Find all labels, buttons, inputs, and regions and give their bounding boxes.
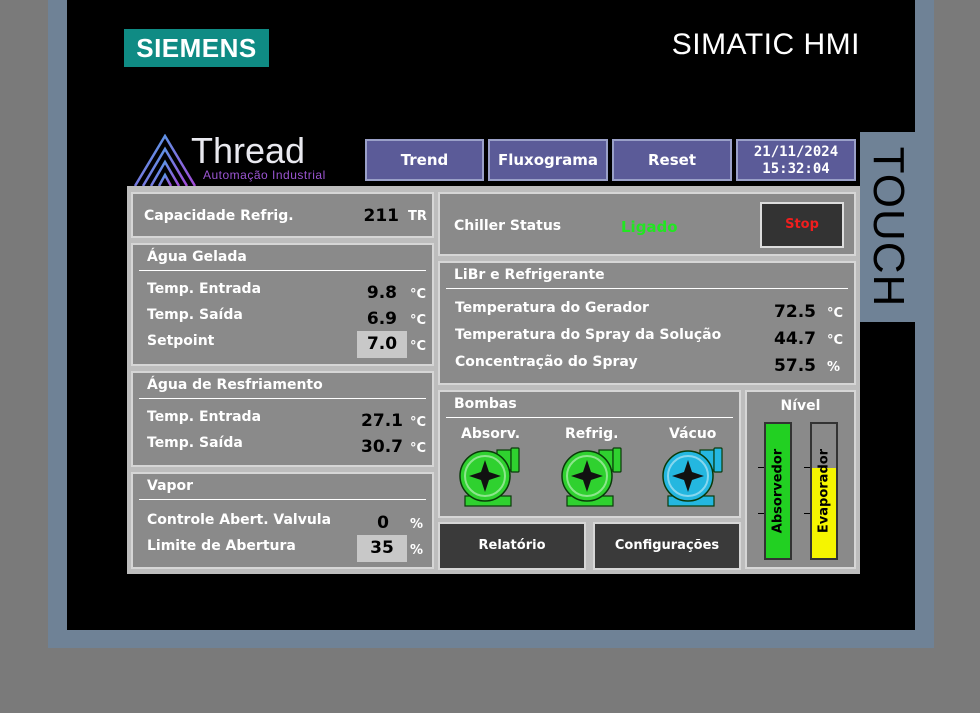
setpoint-label: Setpoint [147, 333, 215, 349]
level-tick [804, 467, 810, 468]
agua-gelada-title: Água Gelada [147, 249, 247, 265]
setpoint-input[interactable]: 7.0 [357, 331, 407, 358]
setpoint-unit: °C [410, 339, 427, 354]
agua-resfriamento-title: Água de Resfriamento [147, 377, 323, 393]
temp-gerador-label: Temperatura do Gerador [455, 300, 649, 316]
touch-label: TOUCH [864, 146, 913, 308]
temp-gerador-unit: °C [827, 306, 844, 321]
stop-button[interactable]: Stop [760, 202, 844, 248]
date-text: 21/11/2024 [753, 144, 839, 160]
agua-resfriamento-entrada-value: 27.1 [361, 411, 403, 431]
controle-valvula-label: Controle Abert. Valvula [147, 512, 332, 528]
agua-resfriamento-saida-value: 30.7 [361, 437, 403, 457]
datetime-display: 21/11/2024 15:32:04 [736, 139, 856, 181]
concentracao-spray-unit: % [827, 360, 841, 375]
thread-logo-subtitle: Automação Industrial [203, 168, 326, 182]
agua-resfriamento-entrada-label: Temp. Entrada [147, 409, 262, 425]
trend-button[interactable]: Trend [365, 139, 484, 181]
divider [446, 288, 848, 289]
pump-vacuo-label: Vácuo [669, 426, 717, 442]
concentracao-spray-value: 57.5 [774, 356, 816, 376]
controle-valvula-value: 0 [377, 513, 389, 533]
siemens-logo: SIEMENS [124, 29, 269, 67]
agua-gelada-panel: Água Gelada Temp. Entrada 9.8 °C Temp. S… [131, 243, 434, 366]
thread-triangle-icon [133, 134, 197, 187]
agua-resfriamento-panel: Água de Resfriamento Temp. Entrada 27.1 … [131, 371, 434, 467]
agua-gelada-entrada-unit: °C [410, 287, 427, 302]
temp-spray-unit: °C [827, 333, 844, 348]
level-tick [758, 513, 764, 514]
capacidade-value: 211 [363, 206, 400, 226]
temp-gerador-value: 72.5 [774, 302, 816, 322]
pump-refrig-icon[interactable] [559, 446, 625, 508]
agua-resfriamento-entrada-unit: °C [410, 415, 427, 430]
agua-gelada-saida-unit: °C [410, 313, 427, 328]
evaporador-level-bar: Evaporador [810, 422, 838, 560]
libr-panel: LiBr e Refrigerante Temperatura do Gerad… [438, 261, 856, 385]
agua-gelada-saida-label: Temp. Saída [147, 307, 243, 323]
pump-refrig-label: Refrig. [565, 426, 619, 442]
pump-absorv-label: Absorv. [461, 426, 521, 442]
agua-gelada-entrada-label: Temp. Entrada [147, 281, 262, 297]
bombas-title: Bombas [454, 396, 517, 412]
relatorio-button[interactable]: Relatório [438, 522, 586, 570]
capacidade-panel: Capacidade Refrig. 211 TR [131, 192, 434, 238]
temp-spray-label: Temperatura do Spray da Solução [455, 327, 722, 343]
temp-spray-value: 44.7 [774, 329, 816, 349]
chiller-status-value: Ligado [621, 218, 678, 236]
chiller-status-label: Chiller Status [454, 218, 562, 234]
controle-valvula-unit: % [410, 517, 424, 532]
bombas-panel: Bombas Absorv. Refrig. Vácuo [438, 390, 741, 518]
vapor-panel: Vapor Controle Abert. Valvula 0 % Limite… [131, 472, 434, 569]
level-tick [804, 513, 810, 514]
thread-logo: Thread Automação Industrial [133, 130, 333, 188]
chiller-status-panel: Chiller Status Ligado Stop [438, 192, 856, 256]
agua-resfriamento-saida-unit: °C [410, 441, 427, 456]
nivel-title: Nível [780, 398, 821, 414]
absorvedor-level-bar: Absorvedor [764, 422, 792, 560]
reset-button[interactable]: Reset [612, 139, 732, 181]
evaporador-label: Evaporador [816, 448, 832, 534]
configuracoes-button[interactable]: Configurações [593, 522, 741, 570]
concentracao-spray-label: Concentração do Spray [455, 354, 638, 370]
pump-absorv-icon[interactable] [457, 446, 523, 508]
agua-resfriamento-saida-label: Temp. Saída [147, 435, 243, 451]
divider [446, 417, 733, 418]
fluxograma-button[interactable]: Fluxograma [488, 139, 608, 181]
capacidade-unit: TR [408, 209, 427, 224]
agua-gelada-entrada-value: 9.8 [366, 283, 397, 303]
divider [139, 270, 426, 271]
absorvedor-label: Absorvedor [770, 448, 786, 534]
limite-abertura-unit: % [410, 543, 424, 558]
thread-logo-name: Thread [191, 130, 306, 171]
limite-abertura-input[interactable]: 35 [357, 535, 407, 562]
agua-gelada-saida-value: 6.9 [366, 309, 397, 329]
time-text: 15:32:04 [762, 161, 830, 177]
libr-title: LiBr e Refrigerante [454, 267, 605, 283]
nivel-panel: Nível Absorvedor Evaporador [745, 390, 856, 569]
touch-label-strip: TOUCH [860, 132, 916, 322]
vapor-title: Vapor [147, 478, 194, 494]
simatic-hmi-label: SIMATIC HMI [671, 28, 860, 61]
limite-abertura-label: Limite de Abertura [147, 538, 296, 554]
pump-vacuo-icon[interactable] [660, 446, 726, 508]
level-tick [758, 467, 764, 468]
divider [139, 499, 426, 500]
divider [139, 398, 426, 399]
capacidade-label: Capacidade Refrig. [144, 208, 294, 224]
